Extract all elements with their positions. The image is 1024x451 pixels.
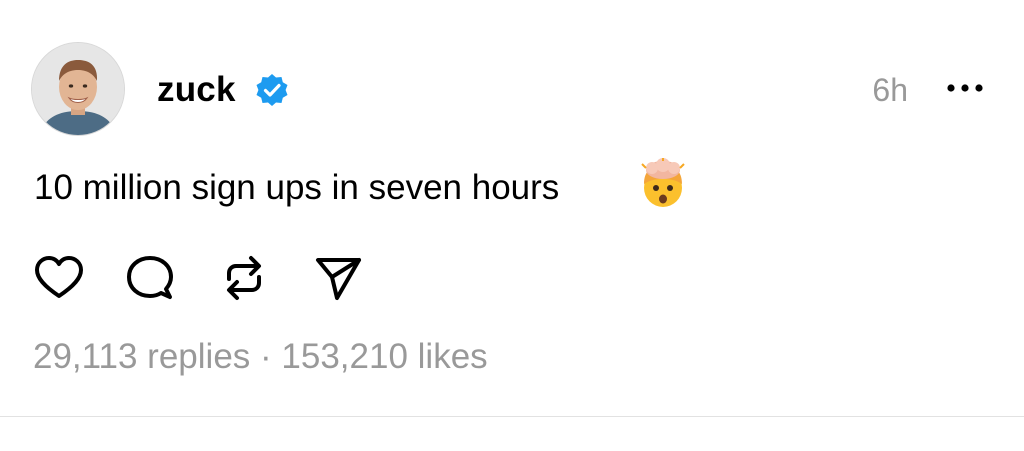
divider <box>0 416 1024 417</box>
stats-separator: · <box>260 337 272 376</box>
username[interactable]: zuck <box>157 70 236 110</box>
verified-badge-icon <box>256 74 288 106</box>
heart-icon[interactable] <box>34 253 84 303</box>
repost-icon[interactable] <box>219 253 269 303</box>
send-icon[interactable] <box>313 253 363 303</box>
more-options-icon[interactable] <box>945 80 985 96</box>
post-text: 10 million sign ups in seven hours <box>34 168 560 207</box>
exploding-head-emoji-icon <box>641 158 685 207</box>
comment-icon[interactable] <box>125 253 175 303</box>
replies-count[interactable]: 29,113 replies <box>33 337 250 376</box>
avatar[interactable] <box>32 43 124 135</box>
profile-photo-icon <box>32 43 124 135</box>
likes-count[interactable]: 153,210 likes <box>281 337 487 376</box>
post-card: zuck 6h 10 million sign ups in seven hou… <box>0 0 1024 451</box>
post-timestamp: 6h <box>872 72 908 108</box>
post-stats: 29,113 replies · 153,210 likes <box>33 336 488 378</box>
